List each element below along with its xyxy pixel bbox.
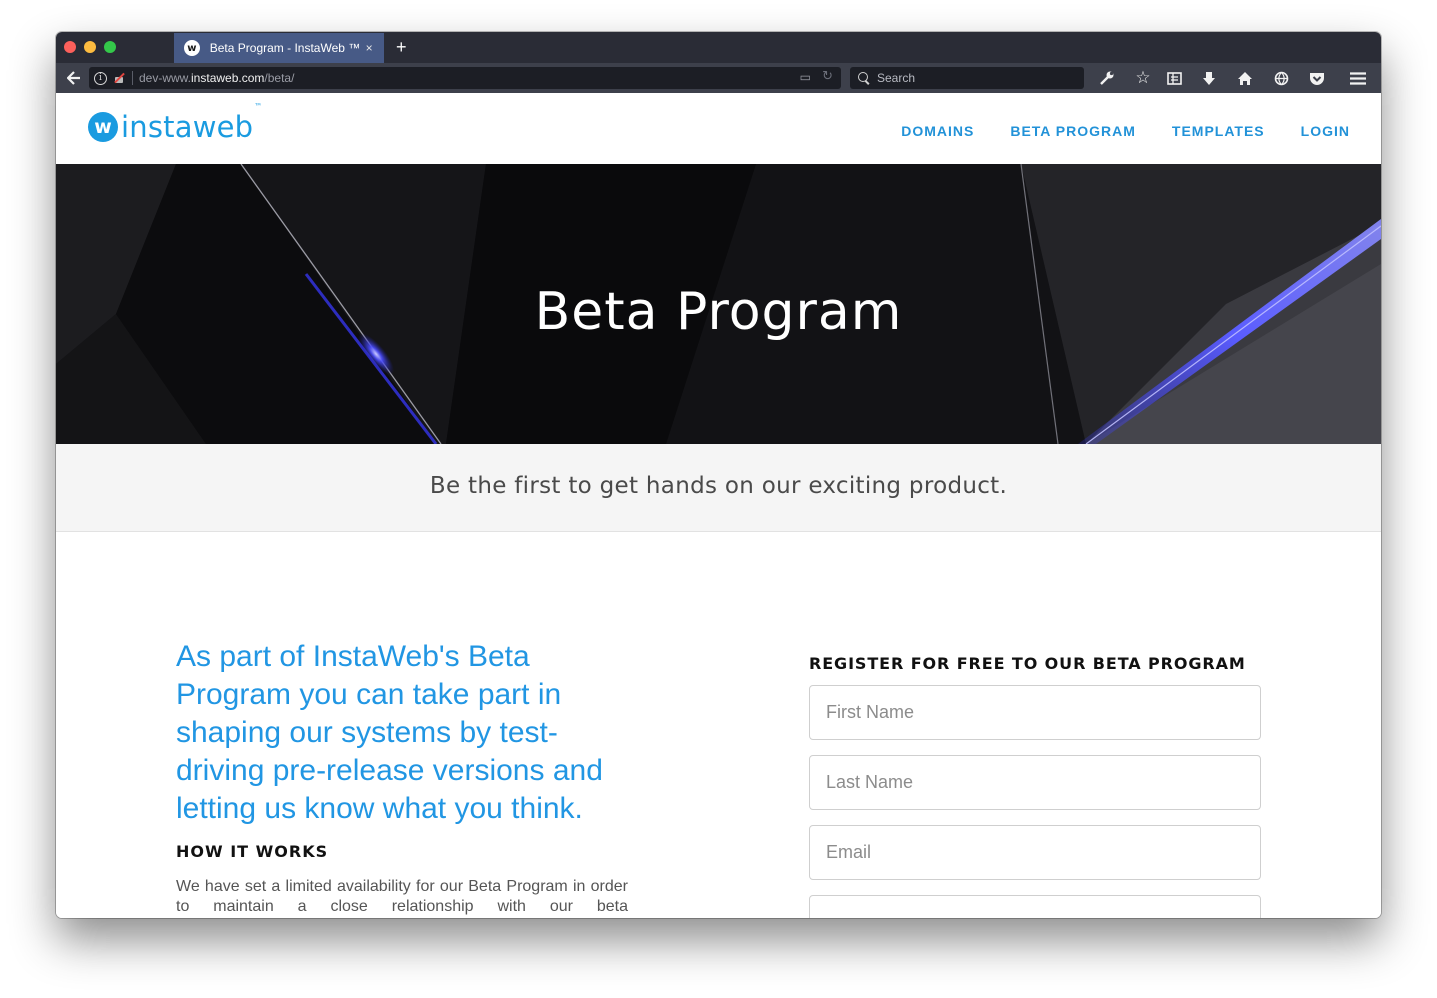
nav-beta-program[interactable]: BETA PROGRAM	[1010, 123, 1136, 139]
hamburger-menu-icon[interactable]	[1348, 63, 1368, 93]
instaweb-favicon-icon: w	[184, 40, 200, 56]
tagline-band: Be the first to get hands on our excitin…	[56, 444, 1381, 532]
tab-title: Beta Program - InstaWeb ™	[209, 41, 361, 55]
tab-bar: w Beta Program - InstaWeb ™ × +	[56, 32, 1381, 63]
download-icon[interactable]	[1199, 63, 1219, 93]
hero-title: Beta Program	[534, 282, 903, 342]
logo-text: instaweb™	[121, 102, 263, 144]
minimize-window-button[interactable]	[84, 41, 96, 53]
star-icon[interactable]: ☆	[1132, 63, 1154, 93]
how-it-works-text: We have set a limited availability for o…	[176, 878, 628, 915]
search-placeholder: Search	[877, 71, 916, 85]
how-it-works-heading: HOW IT WORKS	[176, 842, 329, 861]
insecure-lock-icon[interactable]	[113, 72, 125, 84]
logo-mark-icon: w	[88, 112, 118, 142]
fourth-form-field[interactable]	[809, 895, 1261, 918]
nav-templates[interactable]: TEMPLATES	[1172, 123, 1265, 139]
active-tab[interactable]: w Beta Program - InstaWeb ™ ×	[174, 33, 384, 63]
browser-window: w Beta Program - InstaWeb ™ × + i dev-ww…	[56, 32, 1381, 918]
close-window-button[interactable]	[64, 41, 76, 53]
tagline-text: Be the first to get hands on our excitin…	[429, 473, 1008, 499]
last-name-field[interactable]	[809, 755, 1261, 810]
zoom-window-button[interactable]	[104, 41, 116, 53]
url-separator	[132, 71, 133, 85]
library-icon[interactable]	[1164, 63, 1184, 93]
info-icon[interactable]: i	[94, 71, 107, 85]
back-arrow-icon[interactable]	[65, 63, 83, 93]
tab-close-icon[interactable]: ×	[360, 41, 378, 55]
search-icon	[858, 72, 870, 84]
hero-banner: Beta Program	[56, 164, 1381, 444]
register-heading: REGISTER FOR FREE TO OUR BETA PROGRAM	[809, 654, 1246, 673]
new-tab-button[interactable]: +	[396, 37, 407, 57]
site-header: w instaweb™ DOMAINS BETA PROGRAM TEMPLAT…	[56, 93, 1381, 164]
main-nav: DOMAINS BETA PROGRAM TEMPLATES LOGIN	[865, 123, 1350, 139]
reload-icon[interactable]: ↻	[822, 69, 833, 84]
instaweb-logo[interactable]: w instaweb™	[88, 102, 263, 144]
reader-view-icon[interactable]: ▭	[800, 70, 811, 84]
email-field[interactable]	[809, 825, 1261, 880]
first-name-field[interactable]	[809, 685, 1261, 740]
nav-domains[interactable]: DOMAINS	[901, 123, 974, 139]
nav-login[interactable]: LOGIN	[1301, 123, 1350, 139]
pocket-icon[interactable]	[1307, 63, 1327, 93]
url-text[interactable]: dev-www.instaweb.com/beta/	[139, 71, 294, 85]
globe-icon[interactable]	[1271, 63, 1291, 93]
home-icon[interactable]	[1235, 63, 1255, 93]
search-box[interactable]: Search	[850, 67, 1084, 89]
address-bar[interactable]: i dev-www.instaweb.com/beta/ ▭ ↻	[89, 67, 841, 89]
wrench-icon[interactable]	[1097, 63, 1117, 93]
intro-paragraph: As part of InstaWeb's Beta Program you c…	[176, 640, 603, 825]
navigation-toolbar: i dev-www.instaweb.com/beta/ ▭ ↻ Search …	[56, 63, 1381, 93]
web-page: w instaweb™ DOMAINS BETA PROGRAM TEMPLAT…	[56, 93, 1381, 918]
